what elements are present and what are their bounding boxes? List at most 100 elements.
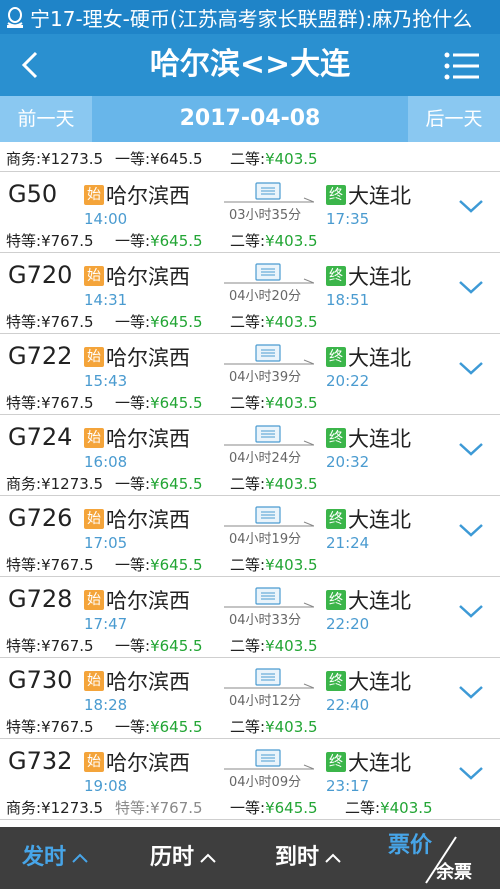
seat-price: 二等:¥403.5: [230, 311, 318, 332]
seat-price-value: ¥403.5: [265, 313, 318, 331]
seat-price: 特等:¥767.5: [6, 635, 94, 656]
chevron-down-icon[interactable]: [458, 198, 484, 214]
origin-start-badge: 始: [84, 266, 104, 286]
destination-end-badge: 终: [326, 509, 346, 529]
train-list[interactable]: 商务:¥1273.5 一等:¥645.5 二等:¥403.5 G50 始哈尔滨西…: [0, 142, 500, 827]
depart-time: 18:28: [84, 696, 128, 714]
sort-by-duration-button[interactable]: 历时: [150, 827, 216, 889]
travel-duration: 04小时12分: [229, 694, 302, 709]
chevron-down-icon[interactable]: [458, 603, 484, 619]
seat-class-label: 二等:: [230, 475, 266, 493]
seat-price-value: ¥645.5: [150, 718, 203, 736]
train-number: G728: [8, 585, 73, 613]
seat-class-label: 特等:: [6, 394, 42, 412]
chevron-down-icon[interactable]: [458, 522, 484, 538]
seat-price-value: ¥767.5: [41, 394, 94, 412]
seat-price: 一等:¥645.5: [115, 716, 203, 737]
origin-station-name: 哈尔滨西: [106, 346, 190, 370]
seat-price-value: ¥645.5: [150, 232, 203, 250]
sort-by-depart-button[interactable]: 发时: [22, 827, 88, 889]
seat-price-value: ¥403.5: [265, 232, 318, 250]
train-row[interactable]: G50 始哈尔滨西 14:00 03小时35分 终大连北 17:35 特等:¥7…: [0, 172, 500, 253]
seat-price: 特等:¥767.5: [6, 392, 94, 413]
seat-price: 二等:¥403.5: [230, 392, 318, 413]
origin-station: 始哈尔滨西: [84, 423, 190, 453]
qq-chat-icon: [0, 0, 30, 34]
ticket-price-toggle[interactable]: 票价: [388, 829, 432, 863]
origin-start-badge: 始: [84, 671, 104, 691]
train-row[interactable]: G730 始哈尔滨西 18:28 04小时12分 终大连北 22:40 特等:¥…: [0, 658, 500, 739]
seat-price-value: ¥403.5: [380, 799, 433, 817]
destination-station-name: 大连北: [348, 508, 411, 532]
origin-station-name: 哈尔滨西: [106, 508, 190, 532]
seat-price: 特等:¥767.5: [6, 311, 94, 332]
origin-station: 始哈尔滨西: [84, 747, 190, 777]
seat-price: 一等:¥645.5: [230, 797, 318, 818]
seat-price-value: ¥767.5: [41, 232, 94, 250]
menu-icon: [444, 52, 479, 80]
prev-day-button[interactable]: 前一天: [0, 96, 92, 142]
seat-price-value: ¥767.5: [41, 313, 94, 331]
notification-bar[interactable]: 宁17-理女-硬币(江苏高考家长联盟群):麻乃抢什么: [0, 0, 500, 34]
destination-station: 终大连北: [326, 504, 411, 534]
depart-time: 17:47: [84, 615, 128, 633]
chevron-up-icon: [325, 853, 341, 863]
arrive-time: 20:22: [326, 372, 370, 390]
chevron-down-icon[interactable]: [458, 360, 484, 376]
notification-text: 宁17-理女-硬币(江苏高考家长联盟群):麻乃抢什么: [30, 6, 473, 31]
train-row[interactable]: G720 始哈尔滨西 14:31 04小时20分 终大连北 18:51 特等:¥…: [0, 253, 500, 334]
destination-end-badge: 终: [326, 185, 346, 205]
seat-class-label: 商务:: [6, 475, 42, 493]
price-second: 二等:¥403.5: [230, 150, 318, 168]
remaining-tickets-toggle[interactable]: 余票: [436, 859, 472, 887]
train-number: G726: [8, 504, 73, 532]
travel-duration: 04小时33分: [229, 613, 302, 628]
seat-class-label: 一等:: [115, 718, 151, 736]
destination-station-name: 大连北: [348, 265, 411, 289]
chevron-down-icon[interactable]: [458, 441, 484, 457]
origin-start-badge: 始: [84, 185, 104, 205]
train-number: G722: [8, 342, 73, 370]
destination-station-name: 大连北: [348, 427, 411, 451]
origin-station-name: 哈尔滨西: [106, 427, 190, 451]
train-row-partial[interactable]: 商务:¥1273.5 一等:¥645.5 二等:¥403.5: [0, 142, 500, 172]
train-row[interactable]: G726 始哈尔滨西 17:05 04小时19分 终大连北 21:24 特等:¥…: [0, 496, 500, 577]
origin-start-badge: 始: [84, 752, 104, 772]
seat-class-label: 特等:: [6, 232, 42, 250]
chevron-down-icon[interactable]: [458, 279, 484, 295]
destination-station: 终大连北: [326, 261, 411, 291]
destination-station: 终大连北: [326, 666, 411, 696]
depart-time: 14:00: [84, 210, 128, 228]
next-day-button[interactable]: 后一天: [408, 96, 500, 142]
back-button[interactable]: [10, 44, 50, 86]
sort-duration-label: 历时: [150, 845, 195, 870]
seat-class-label: 二等:: [230, 394, 266, 412]
origin-station: 始哈尔滨西: [84, 666, 190, 696]
chevron-down-icon[interactable]: [458, 684, 484, 700]
seat-class-label: 特等:: [6, 718, 42, 736]
train-row[interactable]: G724 始哈尔滨西 16:08 04小时24分 终大连北 20:32 商务:¥…: [0, 415, 500, 496]
origin-station: 始哈尔滨西: [84, 342, 190, 372]
train-row[interactable]: G722 始哈尔滨西 15:43 04小时39分 终大连北 20:22 特等:¥…: [0, 334, 500, 415]
chevron-down-icon[interactable]: [458, 765, 484, 781]
train-number: G50: [8, 180, 58, 208]
seat-class-label: 二等:: [230, 718, 266, 736]
destination-end-badge: 终: [326, 671, 346, 691]
selected-date[interactable]: 2017-04-08: [92, 96, 408, 142]
seat-class-label: 二等:: [345, 799, 381, 817]
destination-station: 终大连北: [326, 747, 411, 777]
seat-class-label: 二等:: [230, 313, 266, 331]
train-row[interactable]: G732 始哈尔滨西 19:08 04小时09分 终大连北 23:17 商务:¥…: [0, 739, 500, 820]
depart-time: 15:43: [84, 372, 128, 390]
seat-price-value: ¥645.5: [150, 313, 203, 331]
train-number: G724: [8, 423, 73, 451]
train-number: G720: [8, 261, 73, 289]
date-bar: 前一天 2017-04-08 后一天: [0, 96, 500, 142]
origin-station-name: 哈尔滨西: [106, 670, 190, 694]
origin-start-badge: 始: [84, 590, 104, 610]
train-row[interactable]: G728 始哈尔滨西 17:47 04小时33分 终大连北 22:20 特等:¥…: [0, 577, 500, 658]
seat-price-value: ¥767.5: [41, 556, 94, 574]
origin-start-badge: 始: [84, 428, 104, 448]
sort-by-arrive-button[interactable]: 到时: [275, 827, 341, 889]
menu-button[interactable]: [442, 46, 482, 86]
